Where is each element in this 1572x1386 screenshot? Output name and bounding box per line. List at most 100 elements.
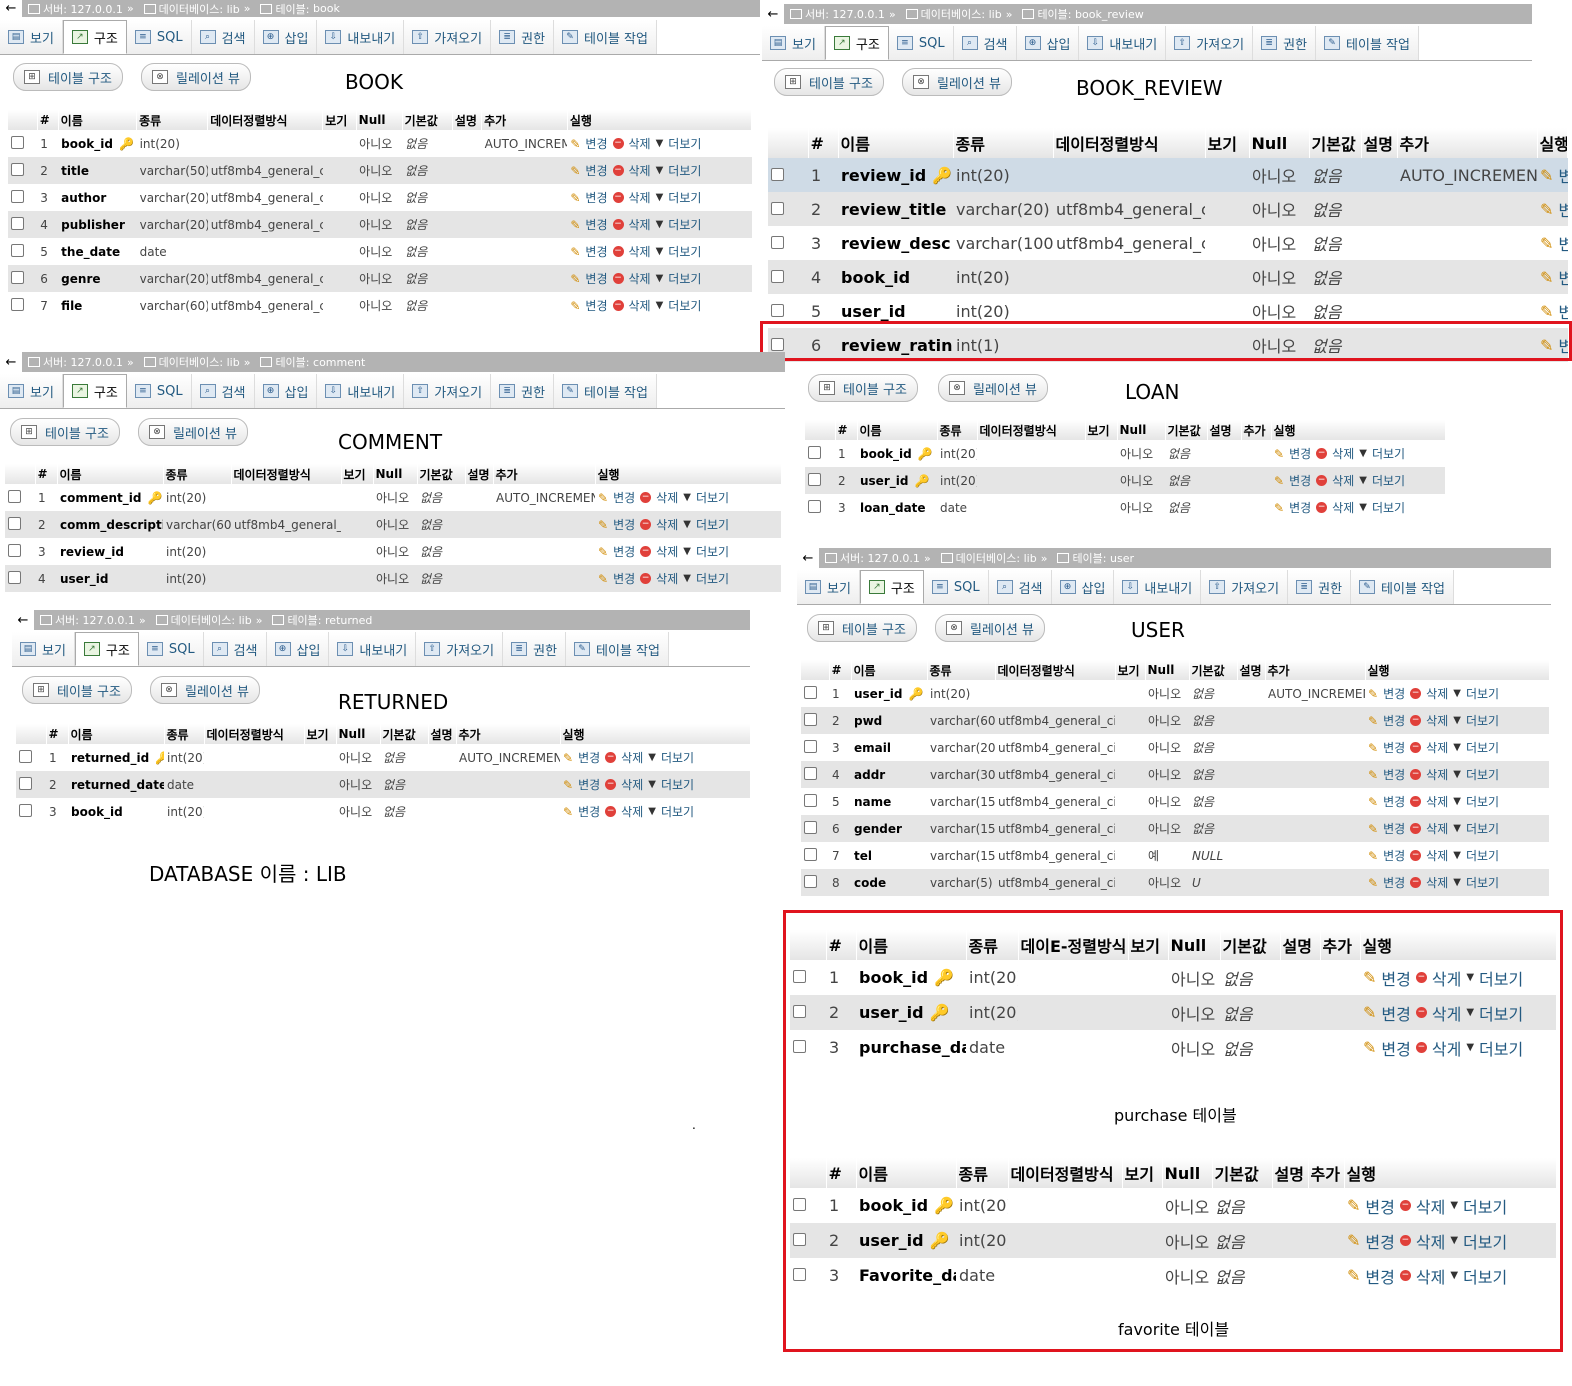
tab-privileges[interactable]: ≣ 권한 [491, 20, 555, 54]
column-name[interactable]: purchase_date [859, 1038, 966, 1057]
more-link[interactable]: 더보기 [1372, 499, 1405, 516]
tab-export[interactable]: ⇩ 내보내기 [317, 374, 405, 408]
row-checkbox[interactable] [801, 680, 829, 707]
row-checkbox[interactable] [801, 815, 829, 842]
row-checkbox[interactable] [5, 565, 35, 592]
column-header[interactable]: 종류 [927, 660, 996, 680]
tab-sql[interactable]: ≡ SQL [888, 26, 954, 60]
row-checkbox[interactable] [801, 734, 829, 761]
row-checkbox[interactable] [8, 265, 38, 292]
edit-link[interactable]: 변경 [1381, 966, 1410, 990]
column-header[interactable]: 실행 [1537, 128, 1568, 158]
column-header[interactable]: 설명 [1237, 660, 1266, 680]
column-name[interactable]: publisher [61, 218, 125, 232]
server-link[interactable]: 서버: 127.0.0.1 [43, 1, 123, 17]
more-link[interactable]: 더보기 [668, 189, 701, 206]
column-header[interactable]: # [835, 420, 858, 440]
row-checkbox[interactable] [5, 484, 35, 511]
back-arrow-icon[interactable]: ← [0, 352, 22, 372]
row-checkbox[interactable] [805, 494, 835, 521]
column-header[interactable]: 설명 [1207, 420, 1242, 440]
column-name[interactable]: pwd [854, 714, 882, 728]
edit-link[interactable]: 변경 [585, 297, 607, 314]
more-link[interactable]: 더보기 [696, 543, 729, 560]
more-link[interactable]: 더보기 [1466, 739, 1499, 756]
delete-link[interactable]: 삭제 [1426, 820, 1448, 837]
tab-search[interactable]: ⌕ 검색 [988, 570, 1052, 604]
edit-link[interactable]: 변경 [585, 243, 607, 260]
more-link[interactable]: 더보기 [1479, 966, 1523, 990]
tab-export[interactable]: ⇩ 내보내기 [317, 20, 405, 54]
database-link[interactable]: 데이터베이스: lib [159, 1, 240, 17]
column-name[interactable]: user_id [859, 1003, 924, 1022]
tab-export[interactable]: ⇩ 내보내기 [1079, 26, 1167, 60]
column-name[interactable]: user_id [859, 1231, 924, 1250]
column-header[interactable]: 실행 [595, 464, 782, 484]
edit-link[interactable]: 변경 [1558, 197, 1567, 221]
column-header[interactable]: 기본값 [402, 110, 453, 130]
delete-link[interactable]: 삭제 [621, 749, 643, 766]
delete-link[interactable]: 삭제 [1416, 1229, 1445, 1253]
column-header[interactable]: 종류 [937, 420, 978, 440]
delete-link[interactable]: 삭제 [621, 776, 643, 793]
column-name[interactable]: loan_date [860, 501, 926, 515]
row-checkbox[interactable] [801, 761, 829, 788]
tab-insert[interactable]: ⊕ 삽입 [266, 632, 330, 666]
more-link[interactable]: 더보기 [696, 516, 729, 533]
column-name[interactable]: the_date [61, 245, 120, 259]
column-header[interactable]: 이름 [857, 420, 938, 440]
edit-link[interactable]: 변경 [1381, 1036, 1410, 1060]
structure-button[interactable]: ⊞ 테이블 구조 [807, 614, 917, 642]
row-checkbox[interactable] [801, 869, 829, 896]
tab-structure[interactable]: ↗ 구조 [824, 26, 889, 60]
row-checkbox[interactable] [768, 158, 808, 192]
column-header[interactable]: Null [1168, 930, 1221, 960]
column-header[interactable]: 추가 [1320, 930, 1361, 960]
edit-link[interactable]: 변경 [1289, 472, 1311, 489]
back-arrow-icon[interactable]: ← [12, 610, 34, 630]
column-header[interactable]: 보기 [1122, 1158, 1163, 1188]
edit-link[interactable]: 변경 [1383, 847, 1405, 864]
row-checkbox[interactable] [16, 798, 46, 825]
column-header[interactable]: 데이터정렬방식 [995, 660, 1116, 680]
tab-search[interactable]: ⌕ 검색 [191, 374, 255, 408]
edit-link[interactable]: 변경 [578, 803, 600, 820]
structure-button[interactable]: ⊞ 테이블 구조 [808, 374, 918, 402]
relation-view-button[interactable]: ⊗ 릴레이션 뷰 [138, 418, 248, 446]
tab-search[interactable]: ⌕ 검색 [953, 26, 1017, 60]
column-header[interactable]: 실행 [1365, 660, 1550, 680]
column-name[interactable]: user_id [841, 302, 906, 321]
delete-link[interactable]: 삭제 [656, 516, 678, 533]
column-name[interactable]: review_id [60, 545, 124, 559]
column-header[interactable]: 기본값 [1220, 930, 1281, 960]
more-link[interactable]: 더보기 [668, 270, 701, 287]
delete-link[interactable]: 삭제 [1426, 847, 1448, 864]
delete-link[interactable]: 삭제 [621, 803, 643, 820]
relation-view-button[interactable]: ⊗ 릴레이션 뷰 [150, 676, 260, 704]
tab-browse[interactable]: ▤ 보기 [0, 374, 63, 408]
tab-sql[interactable]: ≡ SQL [923, 570, 989, 604]
column-name[interactable]: tel [854, 849, 872, 863]
edit-link[interactable]: 변경 [1558, 265, 1567, 289]
column-header[interactable]: 실행 [1344, 1158, 1557, 1188]
edit-link[interactable]: 변경 [1365, 1194, 1394, 1218]
column-header[interactable]: 기본값 [1212, 1158, 1273, 1188]
column-header[interactable]: 데이터정렬방식 [1053, 128, 1206, 158]
column-header[interactable]: 이름 [856, 930, 967, 960]
table-name-link[interactable]: returned [325, 614, 372, 627]
row-checkbox[interactable] [8, 157, 38, 184]
row-checkbox[interactable] [16, 771, 46, 798]
row-checkbox[interactable] [5, 538, 35, 565]
column-header[interactable]: 보기 [1115, 660, 1146, 680]
delete-link[interactable]: 삭제 [629, 216, 651, 233]
tab-insert[interactable]: ⊕ 삽입 [254, 374, 318, 408]
row-checkbox[interactable] [790, 960, 826, 995]
structure-button[interactable]: ⊞ 테이블 구조 [13, 63, 123, 91]
column-header[interactable]: 실행 [560, 724, 751, 744]
column-name[interactable]: book_id [859, 1196, 928, 1215]
edit-link[interactable]: 변경 [1383, 766, 1405, 783]
column-name[interactable]: comm_description [60, 518, 163, 532]
edit-link[interactable]: 변경 [1383, 793, 1405, 810]
column-header[interactable]: 기본값 [1165, 420, 1208, 440]
tab-export[interactable]: ⇩ 내보내기 [1114, 570, 1202, 604]
